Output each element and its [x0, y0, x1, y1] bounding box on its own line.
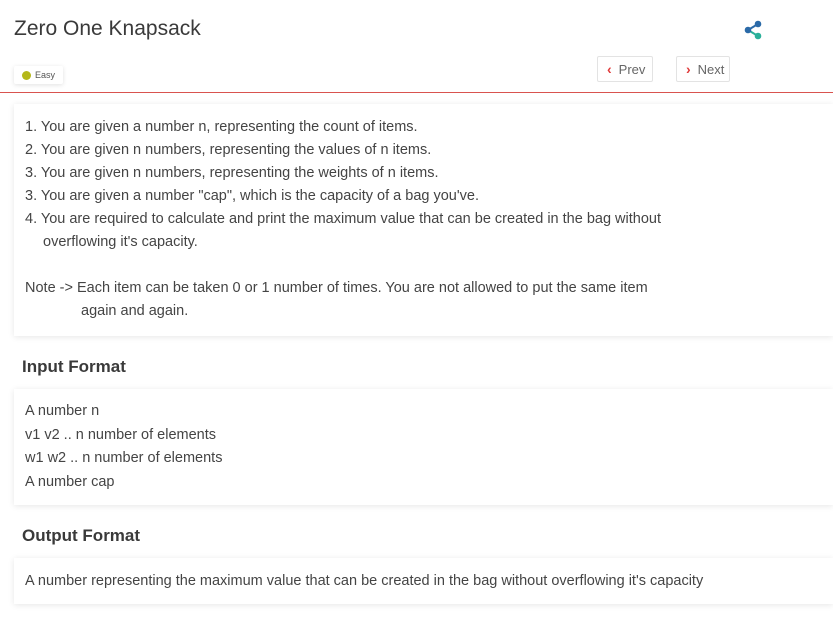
difficulty-label: Easy [35, 70, 56, 80]
page-title: Zero One Knapsack [14, 17, 201, 40]
output-format-heading: Output Format [22, 526, 141, 545]
next-button[interactable]: › Next [676, 56, 730, 82]
input-format-line: v1 v2 .. n number of elements [25, 426, 217, 443]
prev-button[interactable]: ‹ Prev [597, 56, 653, 82]
description-line: 3. You are given n numbers, representing… [25, 165, 439, 181]
problem-header: Zero One Knapsack Easy ‹ Prev › Next [0, 0, 833, 93]
problem-description-card: 1. You are given a number n, representin… [14, 104, 833, 336]
input-format-heading: Input Format [22, 357, 126, 376]
input-format-line: w1 w2 .. n number of elements [25, 450, 223, 466]
output-format-card: A number representing the maximum value … [14, 558, 833, 604]
difficulty-dot-icon [22, 70, 31, 80]
chevron-right-icon: › [686, 61, 691, 77]
prev-button-label: Prev [618, 61, 646, 77]
chevron-left-icon: ‹ [607, 61, 612, 77]
input-format-card: A number n v1 v2 .. n number of elements… [14, 389, 833, 505]
difficulty-badge: Easy [14, 66, 64, 84]
description-note: Note -> Each item can be taken 0 or 1 nu… [25, 280, 648, 296]
description-note: again and again. [81, 303, 189, 319]
description-line: 4. You are required to calculate and pri… [25, 211, 661, 227]
next-button-label: Next [697, 61, 725, 77]
share-icon[interactable] [743, 20, 765, 40]
input-format-line: A number n [25, 403, 100, 419]
description-line: overflowing it's capacity. [43, 234, 198, 250]
description-line: 1. You are given a number n, representin… [25, 119, 418, 135]
description-line: 3. You are given a number "cap", which i… [25, 188, 479, 204]
output-format-text: A number representing the maximum value … [25, 573, 704, 589]
input-format-line: A number cap [25, 473, 115, 490]
header-divider [0, 92, 833, 93]
description-line: 2. You are given n numbers, representing… [25, 142, 432, 158]
